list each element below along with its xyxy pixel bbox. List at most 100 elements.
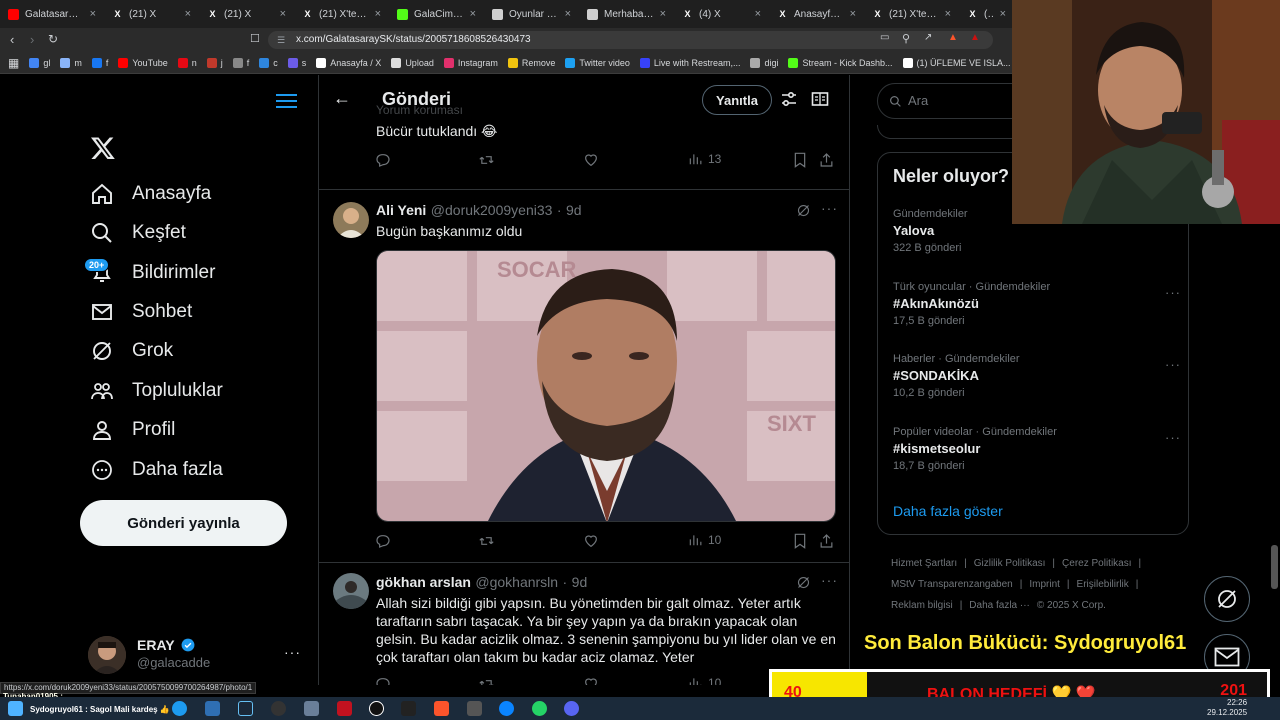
nav-item-communities[interactable]: Topluluklar (90, 376, 223, 406)
bookmark-item[interactable]: Upload (391, 57, 434, 68)
close-tab-icon[interactable]: × (1000, 8, 1006, 20)
views-stat[interactable]: 10 (688, 676, 721, 685)
post-photo[interactable]: SOCAR SIXT (376, 250, 836, 522)
browser-tab[interactable]: X (16) X × (959, 0, 1014, 28)
repost-icon[interactable] (478, 676, 495, 685)
browser-tab[interactable]: X (21) X'te Le Marc × (864, 0, 959, 28)
account-switcher[interactable]: ERAY @galacadde ··· (88, 636, 303, 676)
discord-icon[interactable] (564, 701, 579, 716)
trend-more-icon[interactable]: ··· (1165, 285, 1181, 300)
trend-item[interactable]: Popüler videolar · Gündemdekiler #kismets… (893, 426, 1180, 472)
browser-tab[interactable]: Oyunlar • LIVAD × (484, 0, 579, 28)
post[interactable]: gökhan arslan @gokhanrsln · 9d ··· Allah… (319, 563, 849, 685)
browser-tab[interactable]: X (21) X × (104, 0, 199, 28)
bookmark-icon[interactable] (793, 533, 807, 549)
bookmark-item[interactable]: f (232, 57, 249, 68)
files-icon[interactable] (205, 701, 220, 716)
views-stat[interactable]: 13 (688, 152, 721, 166)
close-tab-icon[interactable]: × (660, 8, 666, 20)
scrollbar[interactable] (1271, 545, 1278, 589)
post-more-icon[interactable]: ··· (821, 200, 838, 216)
bookmark-item[interactable]: j (206, 57, 223, 68)
nav-item-grok[interactable]: Grok (90, 336, 173, 366)
nav-item-home[interactable]: Anasayfa (90, 179, 211, 209)
reply-icon[interactable] (375, 152, 391, 168)
apps-icon[interactable]: ▦ (8, 56, 19, 70)
post-time[interactable]: 9d (566, 202, 582, 218)
bookmark-item[interactable]: (1) ÜFLEME VE ISLA... (902, 57, 1011, 68)
close-tab-icon[interactable]: × (470, 8, 476, 20)
bookmark-page-icon[interactable]: ☐ (250, 32, 260, 45)
repost-icon[interactable] (478, 152, 495, 168)
app-icon[interactable] (304, 701, 319, 716)
post[interactable]: Yorum koruması Bücür tutuklandı 😂 13 (319, 75, 849, 190)
x-logo-icon[interactable] (90, 135, 116, 169)
like-icon[interactable] (583, 152, 599, 168)
footer-link[interactable]: Gizlilik Politikası (974, 558, 1046, 569)
browser-tab[interactable]: X Anasayfa / X × (769, 0, 864, 28)
bookmark-item[interactable]: Anasayfa / X (316, 57, 381, 68)
author-handle[interactable]: @doruk2009yeni33 (431, 202, 553, 218)
close-tab-icon[interactable]: × (90, 8, 96, 20)
trend-item[interactable]: Haberler · Gündemdekiler #SONDAKİKA 10,2 B… (893, 353, 1180, 399)
close-tab-icon[interactable]: × (565, 8, 571, 20)
bookmark-item[interactable]: Stream - Kick Dashb... (788, 57, 893, 68)
bookmark-item[interactable]: digi (750, 57, 778, 68)
brave-rewards-icon[interactable]: ▲ (970, 32, 980, 43)
close-tab-icon[interactable]: × (755, 8, 761, 20)
site-info-icon[interactable]: ☰ (277, 31, 285, 49)
close-tab-icon[interactable]: × (945, 8, 951, 20)
back-icon[interactable]: ‹ (10, 32, 14, 47)
account-more-icon[interactable]: ··· (284, 644, 301, 660)
like-icon[interactable] (583, 533, 599, 549)
author-handle[interactable]: @gokhanrsln (475, 574, 558, 590)
share-icon[interactable]: ↗ (924, 32, 932, 43)
forward-icon[interactable]: › (30, 32, 34, 47)
post[interactable]: Ali Yeni @doruk2009yeni33 · 9d ··· Bugün… (319, 190, 849, 563)
footer-link[interactable]: Imprint (1029, 579, 1060, 590)
brave-shield-icon[interactable]: ▲ (948, 32, 958, 43)
post-more-icon[interactable]: ··· (821, 572, 838, 588)
capcut-icon[interactable] (401, 701, 416, 716)
screen-icon[interactable]: ▭ (880, 32, 889, 43)
menu-icon[interactable] (276, 94, 297, 112)
edge-icon[interactable] (499, 701, 514, 716)
bookmark-icon[interactable] (793, 152, 807, 168)
close-tab-icon[interactable]: × (375, 8, 381, 20)
clock[interactable]: 22:26 29.12.2025 (1207, 698, 1247, 718)
close-tab-icon[interactable]: × (850, 8, 856, 20)
browser-tab[interactable]: X (21) X × (199, 0, 294, 28)
avatar[interactable] (333, 573, 369, 609)
browser-tab[interactable]: X (21) X'te ERAY: "G × (294, 0, 389, 28)
nav-item-more-circle[interactable]: Daha fazla (90, 455, 223, 485)
author-name[interactable]: Ali Yeni (376, 202, 426, 218)
camera-icon[interactable] (467, 701, 482, 716)
bookmark-item[interactable]: s (287, 57, 306, 68)
reply-icon[interactable] (375, 533, 391, 549)
show-more-link[interactable]: Daha fazla göster (893, 503, 1003, 519)
trend-item[interactable]: Türk oyuncular · Gündemdekiler #AkınAkınö… (893, 281, 1180, 327)
trend-more-icon[interactable]: ··· (1165, 430, 1181, 445)
whatsapp-icon[interactable] (532, 701, 547, 716)
share-post-icon[interactable] (819, 152, 834, 168)
avatar[interactable] (333, 202, 369, 238)
bookmark-item[interactable]: Instagram (443, 57, 498, 68)
bookmark-item[interactable]: c (259, 57, 278, 68)
bookmark-item[interactable]: gl (29, 57, 50, 68)
nav-item-mail[interactable]: Sohbet (90, 297, 192, 327)
reply-icon[interactable] (375, 676, 391, 685)
grok-icon[interactable] (796, 203, 811, 218)
footer-link[interactable]: Erişilebilirlik (1077, 579, 1129, 590)
reload-icon[interactable]: ↻ (48, 32, 58, 46)
telegram-icon[interactable] (172, 701, 187, 716)
footer-link[interactable]: Çerez Politikası (1062, 558, 1131, 569)
share-post-icon[interactable] (819, 533, 834, 549)
trend-more-icon[interactable]: ··· (1165, 357, 1181, 372)
zoom-icon[interactable]: ⚲ (902, 32, 910, 45)
post-time[interactable]: 9d (572, 574, 588, 590)
brave-icon[interactable] (434, 701, 449, 716)
close-tab-icon[interactable]: × (280, 8, 286, 20)
browser-tab[interactable]: Galatasaray Marş × (0, 0, 104, 28)
app-icon-red[interactable] (337, 701, 352, 716)
footer-link[interactable]: Hizmet Şartları (891, 558, 957, 569)
